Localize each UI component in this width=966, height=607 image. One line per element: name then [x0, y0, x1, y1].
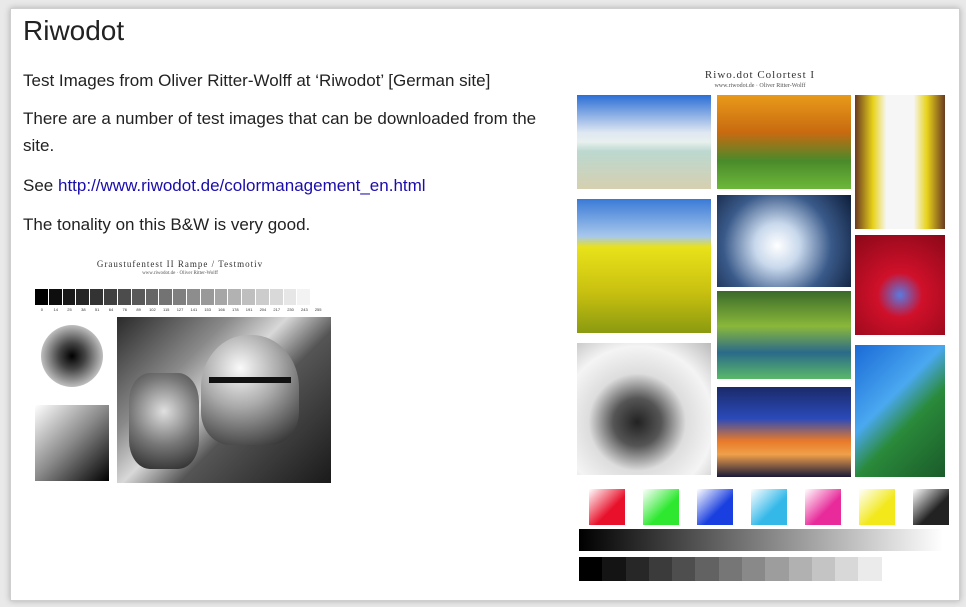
ramp-step-value: 115 [163, 307, 170, 312]
page-title: Riwodot [23, 15, 125, 46]
color-swatch [751, 489, 787, 525]
ramp-step-value: 76 [122, 307, 127, 312]
wedge-step [835, 557, 859, 581]
sky-clouds-photo [717, 195, 851, 287]
ramp-step-value: 191 [245, 307, 253, 312]
wedge-step [695, 557, 719, 581]
ramp-step-value: 178 [231, 307, 239, 312]
gray-gradient-bar [579, 529, 943, 551]
riwodot-link[interactable]: http://www.riwodot.de/colormanagement_en… [58, 176, 426, 195]
sunset-photo [717, 387, 851, 477]
ramp-step-value: 127 [176, 307, 184, 312]
grayscale-test-image[interactable]: Graustufentest II Rampe / Testmotiv www.… [29, 255, 331, 487]
wedge-step [672, 557, 696, 581]
wedge-step [741, 557, 766, 581]
ramp-step [62, 289, 77, 305]
ramp-step [242, 289, 256, 305]
wedge-step [602, 557, 626, 581]
tonality-text: The tonality on this B&W is very good. [23, 215, 311, 234]
window-photo [855, 95, 945, 229]
wedge-step [811, 557, 836, 581]
ramp-step-value: 51 [94, 307, 100, 312]
wedge-step [625, 557, 649, 581]
color-swatch [697, 489, 733, 525]
description-text: There are a number of test images that c… [23, 109, 537, 155]
wedge-step [648, 557, 673, 581]
ramp-step-value: 14 [53, 307, 58, 312]
ramp-step [117, 289, 132, 305]
ramp-step-value: 25 [67, 307, 72, 312]
ramp-step-value: 38 [81, 307, 86, 312]
ramp-step [173, 289, 187, 305]
gray-step-wedge [579, 557, 905, 581]
wedge-step [718, 557, 742, 581]
ramp-step-value: 64 [108, 307, 114, 312]
ramp-step [35, 289, 49, 305]
autumn-trees-photo [717, 95, 851, 189]
red-car-photo [855, 235, 945, 335]
helmet-shape [201, 335, 299, 445]
wedge-step [788, 557, 812, 581]
color-swatch [859, 489, 895, 525]
ramp-step-value: 102 [149, 307, 156, 312]
armor-photo [117, 317, 331, 483]
ramp-step [48, 289, 63, 305]
see-label: See [23, 176, 58, 195]
color-swatch [589, 489, 625, 525]
intro-text: Test Images from Oliver Ritter-Wolff at … [23, 71, 491, 90]
ramp-step [214, 289, 229, 305]
ramp-step [145, 289, 160, 305]
rapeseed-field-photo [577, 199, 711, 333]
ramp-step [228, 289, 243, 305]
ramp-step-value: 204 [259, 307, 267, 312]
ramp-step-value: 255 [314, 307, 322, 312]
beach-photo [577, 95, 711, 189]
ramp-step-value: 0 [40, 307, 44, 312]
ramp-step [311, 289, 326, 305]
ramp-step-value: 166 [218, 307, 225, 312]
ramp-step [283, 289, 298, 305]
color-test-title: Riwo.dot Colortest I [704, 69, 816, 81]
ramp-step-value: 141 [190, 307, 198, 312]
ramp-step [297, 289, 312, 305]
ramp-step [186, 289, 201, 305]
ramp-step-value: 230 [287, 307, 294, 312]
ramp-step-value: 217 [273, 307, 281, 312]
color-swatch [643, 489, 679, 525]
ramp-step [256, 289, 270, 305]
forest-stream-photo [717, 291, 851, 379]
grayscale-test-subtitle: www.riwodot.de · Oliver Ritter-Wolff [142, 271, 218, 276]
gray-ramp-values: 0 14 25 38 51 64 76 89 102 115 127 141 153 166 178 191 2… [35, 307, 325, 313]
visor-slit [209, 377, 291, 383]
ramp-step-value: 243 [301, 307, 308, 312]
ramp-step-value: 153 [204, 307, 211, 312]
palm-trees-photo [855, 345, 945, 477]
color-swatch [913, 489, 949, 525]
wedge-step [858, 557, 882, 581]
ramp-step [76, 289, 91, 305]
content-card: Riwodot Test Images from Oliver Ritter-W… [10, 8, 960, 601]
camera-photo [577, 343, 711, 475]
ramp-step-value: 89 [136, 307, 141, 312]
ramp-step [104, 289, 118, 305]
grayscale-test-title: Graustufentest II Rampe / Testmotiv [96, 259, 264, 269]
ramp-step [90, 289, 105, 305]
ramp-step [131, 289, 146, 305]
radial-gradient-target [41, 325, 103, 387]
wedge-step [765, 557, 789, 581]
gray-ramp [35, 289, 326, 305]
see-line: See http://www.riwodot.de/colormanagemen… [23, 172, 543, 199]
ramp-step [200, 289, 215, 305]
ramp-step [159, 289, 174, 305]
corner-gradient-target [35, 405, 109, 481]
color-test-image[interactable]: Riwo.dot Colortest I www.riwodot.de · Ol… [571, 65, 949, 597]
color-swatch [805, 489, 841, 525]
wedge-step [881, 557, 905, 581]
gauntlet-shape [129, 373, 199, 469]
ramp-step [269, 289, 284, 305]
color-test-subtitle: www.riwodot.de · Oliver Ritter-Wolff [714, 83, 806, 89]
wedge-step [579, 557, 603, 581]
